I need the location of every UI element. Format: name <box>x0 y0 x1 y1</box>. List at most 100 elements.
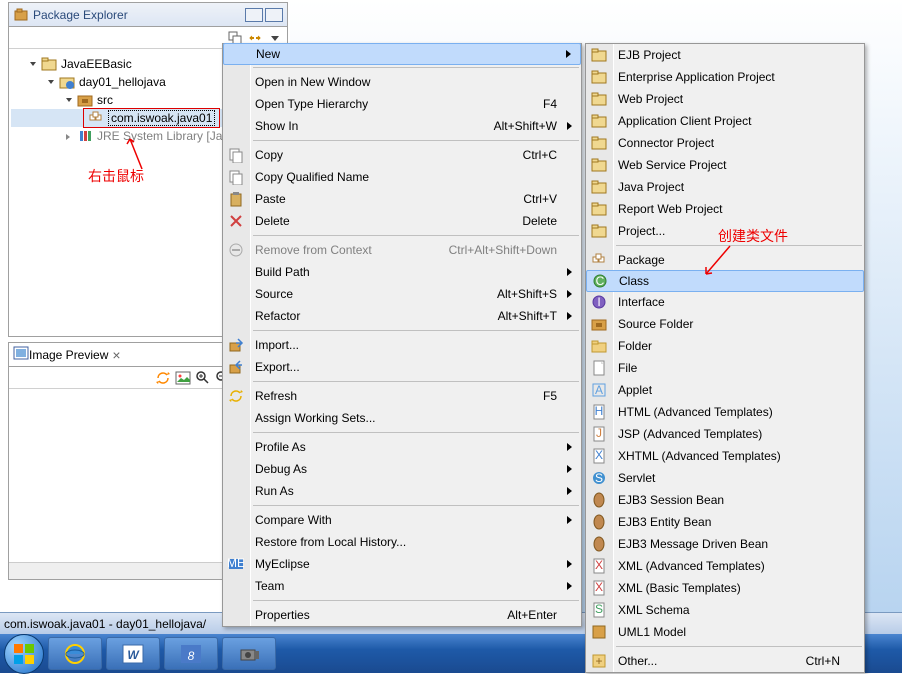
svg-text:S: S <box>595 471 603 485</box>
menu-item-build-path[interactable]: Build Path <box>223 261 581 283</box>
menu-shortcut: Alt+Shift+T <box>498 309 557 323</box>
menu-item-applet[interactable]: AApplet <box>586 379 864 401</box>
menu-item-interface[interactable]: IInterface <box>586 291 864 313</box>
menu-item-ejb3-session-bean[interactable]: EJB3 Session Bean <box>586 489 864 511</box>
menu-item-web-project[interactable]: Web Project <box>586 88 864 110</box>
svg-text:A: A <box>595 383 603 397</box>
submenu-arrow-icon <box>567 268 573 276</box>
menu-item-label: Source Folder <box>618 317 840 331</box>
menu-item-refactor[interactable]: RefactorAlt+Shift+T <box>223 305 581 327</box>
other-icon: + <box>591 653 607 669</box>
taskbar-word[interactable]: W <box>106 637 160 670</box>
menu-item-open-in-new-window[interactable]: Open in New Window <box>223 71 581 93</box>
close-icon[interactable]: × <box>112 347 120 363</box>
menu-item-paste[interactable]: PasteCtrl+V <box>223 188 581 210</box>
menu-item-export[interactable]: Export... <box>223 356 581 378</box>
menu-item-debug-as[interactable]: Debug As <box>223 458 581 480</box>
menu-item-ejb3-entity-bean[interactable]: EJB3 Entity Bean <box>586 511 864 533</box>
menu-item-delete[interactable]: DeleteDelete <box>223 210 581 232</box>
menu-item-properties[interactable]: PropertiesAlt+Enter <box>223 604 581 626</box>
menu-item-label: EJB3 Entity Bean <box>618 515 840 529</box>
menu-item-java-project[interactable]: Java Project <box>586 176 864 198</box>
menu-item-import[interactable]: Import... <box>223 334 581 356</box>
minimize-button[interactable] <box>245 8 263 22</box>
twisty-icon[interactable] <box>65 131 75 141</box>
package-explorer-icon <box>13 7 29 23</box>
bean-icon <box>591 514 607 530</box>
svg-text:H: H <box>595 404 604 418</box>
proj-icon <box>591 47 607 63</box>
menu-item-profile-as[interactable]: Profile As <box>223 436 581 458</box>
menu-item-label: Copy <box>255 148 523 162</box>
menu-item-xml-advanced-templates[interactable]: XXML (Advanced Templates) <box>586 555 864 577</box>
twisty-icon[interactable] <box>29 59 39 69</box>
menu-item-file[interactable]: File <box>586 357 864 379</box>
zoom-in-icon[interactable] <box>195 370 211 386</box>
taskbar-app8[interactable]: 8 <box>164 637 218 670</box>
twisty-icon[interactable] <box>47 77 57 87</box>
menu-item-ejb-project[interactable]: EJB Project <box>586 44 864 66</box>
menu-item-open-type-hierarchy[interactable]: Open Type HierarchyF4 <box>223 93 581 115</box>
menu-item-new[interactable]: New <box>223 43 581 65</box>
menu-item-html-advanced-templates[interactable]: H HTML (Advanced Templates) <box>586 401 864 423</box>
jsp-icon: J <box>591 426 607 442</box>
menu-item-assign-working-sets[interactable]: Assign Working Sets... <box>223 407 581 429</box>
taskbar-ie[interactable] <box>48 637 102 670</box>
menu-item-other[interactable]: +Other...Ctrl+N <box>586 650 864 672</box>
menu-item-compare-with[interactable]: Compare With <box>223 509 581 531</box>
iface-icon: I <box>591 294 607 310</box>
sync-icon[interactable] <box>155 370 171 386</box>
menu-item-application-client-project[interactable]: Application Client Project <box>586 110 864 132</box>
submenu-arrow-icon <box>567 516 573 524</box>
menu-item-web-service-project[interactable]: Web Service Project <box>586 154 864 176</box>
menu-item-label: EJB3 Message Driven Bean <box>618 537 840 551</box>
menu-item-servlet[interactable]: SServlet <box>586 467 864 489</box>
menu-item-label: Export... <box>255 360 557 374</box>
menu-item-show-in[interactable]: Show InAlt+Shift+W <box>223 115 581 137</box>
svg-text:W: W <box>127 648 140 662</box>
menu-item-xhtml-advanced-templates[interactable]: XXHTML (Advanced Templates) <box>586 445 864 467</box>
annotation-create-class: 创建类文件 <box>718 226 788 246</box>
file-icon <box>591 360 607 376</box>
menu-item-label: Delete <box>255 214 522 228</box>
menu-item-xml-basic-templates[interactable]: XXML (Basic Templates) <box>586 577 864 599</box>
menu-item-xml-schema[interactable]: SXML Schema <box>586 599 864 621</box>
menu-item-refresh[interactable]: RefreshF5 <box>223 385 581 407</box>
menu-item-run-as[interactable]: Run As <box>223 480 581 502</box>
bean-icon <box>591 536 607 552</box>
remove-icon <box>228 242 244 258</box>
html-icon: H <box>591 404 607 420</box>
maximize-button[interactable] <box>265 8 283 22</box>
image-icon[interactable] <box>175 370 191 386</box>
me-icon: ME <box>228 556 244 572</box>
menu-item-copy-qualified-name[interactable]: Copy Qualified Name <box>223 166 581 188</box>
menu-item-ejb3-message-driven-bean[interactable]: EJB3 Message Driven Bean <box>586 533 864 555</box>
menu-item-jsp-advanced-templates[interactable]: JJSP (Advanced Templates) <box>586 423 864 445</box>
menu-item-uml1-model[interactable]: UML1 Model <box>586 621 864 643</box>
svg-text:I: I <box>597 295 600 309</box>
menu-separator <box>253 600 579 601</box>
start-button[interactable] <box>4 634 44 674</box>
menu-item-label: XML (Basic Templates) <box>618 581 840 595</box>
taskbar-camera[interactable] <box>222 637 276 670</box>
menu-item-team[interactable]: Team <box>223 575 581 597</box>
new-submenu: EJB ProjectEnterprise Application Projec… <box>585 43 865 673</box>
delete-icon <box>228 213 244 229</box>
menu-item-enterprise-application-project[interactable]: Enterprise Application Project <box>586 66 864 88</box>
menu-shortcut: Ctrl+N <box>806 654 840 668</box>
menu-item-remove-from-context[interactable]: Remove from ContextCtrl+Alt+Shift+Down <box>223 239 581 261</box>
menu-item-label: Copy Qualified Name <box>255 170 557 184</box>
menu-item-report-web-project[interactable]: Report Web Project <box>586 198 864 220</box>
menu-item-folder[interactable]: Folder <box>586 335 864 357</box>
svg-text:S: S <box>595 602 603 616</box>
menu-item-source[interactable]: SourceAlt+Shift+S <box>223 283 581 305</box>
selection-highlight: com.iswoak.java01 <box>83 108 220 128</box>
menu-item-connector-project[interactable]: Connector Project <box>586 132 864 154</box>
menu-item-label: Folder <box>618 339 840 353</box>
twisty-icon[interactable] <box>65 95 75 105</box>
menu-item-label: HTML (Advanced Templates) <box>618 405 840 419</box>
menu-item-copy[interactable]: CopyCtrl+C <box>223 144 581 166</box>
menu-item-myeclipse[interactable]: MEMyEclipse <box>223 553 581 575</box>
menu-item-source-folder[interactable]: Source Folder <box>586 313 864 335</box>
menu-item-restore-from-local-history[interactable]: Restore from Local History... <box>223 531 581 553</box>
